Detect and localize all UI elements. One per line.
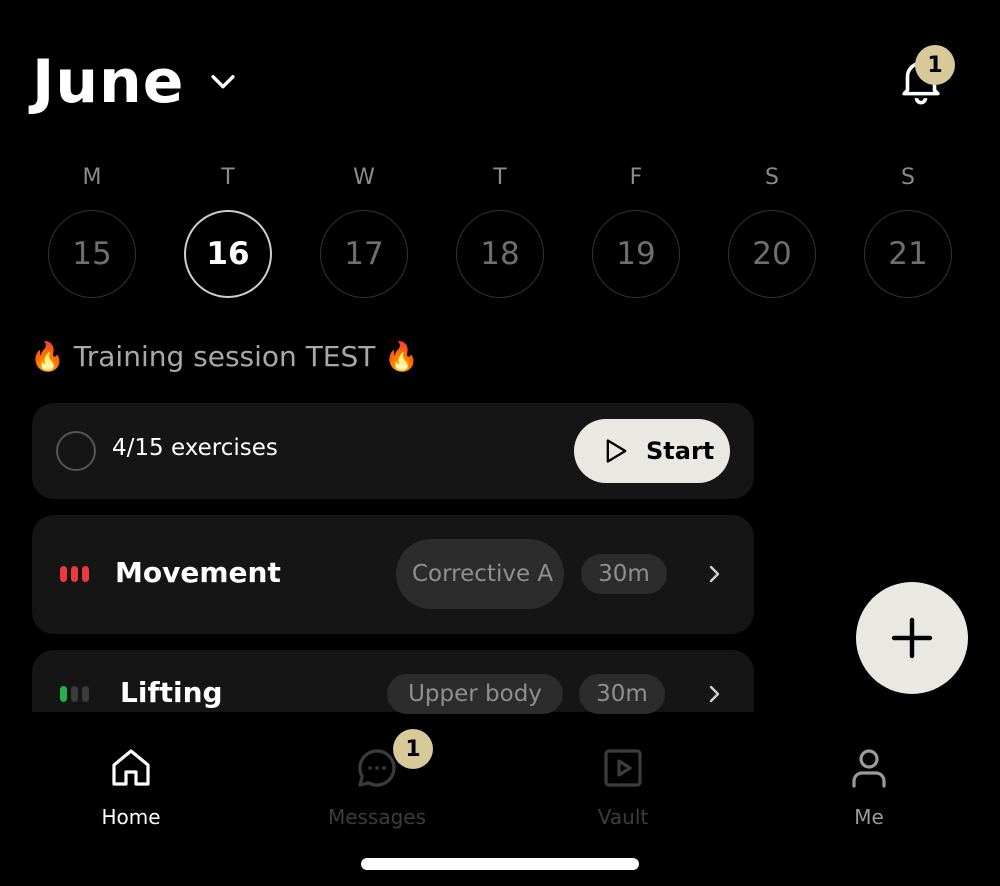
day-button[interactable]: 20 — [728, 210, 816, 298]
nav-label: Vault — [597, 805, 649, 829]
weekday-letter: S — [765, 165, 779, 190]
chevron-down-icon[interactable] — [206, 64, 240, 98]
session-title: 🔥 Training session TEST 🔥 — [30, 340, 420, 373]
block-title: Movement — [115, 556, 281, 589]
plus-icon — [891, 617, 933, 659]
block-tag: Corrective A — [396, 539, 564, 609]
intensity-bar — [60, 566, 67, 582]
chevron-right-icon[interactable] — [702, 682, 726, 706]
intensity-bar — [71, 686, 78, 702]
day-button[interactable]: 19 — [592, 210, 680, 298]
day-button-selected[interactable]: 16 — [184, 210, 272, 298]
notification-badge: 1 — [915, 45, 955, 85]
day-button[interactable]: 15 — [48, 210, 136, 298]
nav-vault[interactable]: Vault — [543, 744, 703, 829]
nav-messages[interactable]: Messages — [297, 744, 457, 829]
weekday-letter: T — [493, 165, 507, 190]
weekday-letter: S — [901, 165, 915, 190]
messages-badge: 1 — [393, 729, 433, 769]
start-button-label: Start — [646, 437, 715, 465]
nav-me[interactable]: Me — [789, 744, 949, 829]
person-icon — [852, 749, 886, 788]
weekday-letter: W — [353, 165, 375, 190]
intensity-bar — [82, 686, 89, 702]
weekday-letter: T — [221, 165, 235, 190]
play-square-icon — [604, 749, 642, 787]
exercise-progress-text: 4/15 exercises — [112, 435, 278, 461]
home-indicator[interactable] — [361, 858, 639, 870]
nav-label: Messages — [327, 805, 427, 829]
home-icon — [112, 749, 150, 786]
start-button[interactable]: Start — [574, 419, 730, 483]
block-title: Lifting — [120, 676, 223, 709]
chevron-right-icon[interactable] — [702, 562, 726, 586]
add-button[interactable] — [856, 582, 968, 694]
month-title[interactable]: June — [32, 44, 184, 120]
block-tag: Upper body — [387, 674, 563, 714]
intensity-bar — [71, 566, 78, 582]
intensity-indicator — [60, 566, 89, 582]
nav-label: Me — [854, 805, 884, 829]
intensity-bar — [82, 566, 89, 582]
intensity-bar — [60, 686, 67, 702]
day-button[interactable]: 18 — [456, 210, 544, 298]
play-icon — [606, 439, 627, 463]
nav-home[interactable]: Home — [51, 744, 211, 829]
duration-pill: 30m — [579, 674, 665, 714]
intensity-indicator — [60, 686, 89, 702]
weekday-letter: M — [82, 165, 102, 190]
session-complete-checkbox[interactable] — [56, 431, 96, 471]
day-button[interactable]: 21 — [864, 210, 952, 298]
day-button[interactable]: 17 — [320, 210, 408, 298]
weekday-letter: F — [629, 165, 643, 190]
nav-label: Home — [101, 805, 161, 829]
duration-pill: 30m — [581, 554, 667, 594]
